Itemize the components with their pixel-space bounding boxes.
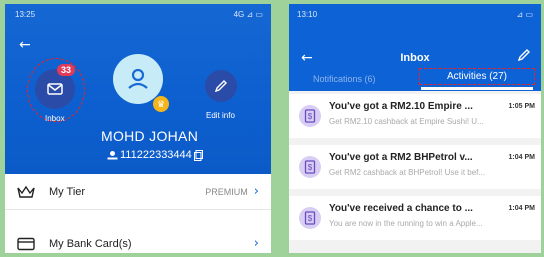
crown-outline-icon <box>17 185 39 199</box>
voucher-icon: $ <box>299 105 321 127</box>
message-title: You've got a RM2 BHPetrol v... <box>329 152 473 163</box>
svg-text:$: $ <box>308 163 313 172</box>
card-icon <box>17 237 39 251</box>
phone-number-row: 111222333444 <box>107 149 203 161</box>
profile-header: 13:25 4G ⊿ ▭ ← 33 Inbox ♛ Edit info MOHD… <box>5 4 271 174</box>
chevron-right-icon: › <box>253 184 259 199</box>
bank-cards-row[interactable]: My Bank Card(s) › <box>5 226 271 253</box>
status-time: 13:25 <box>15 9 36 19</box>
edit-icon[interactable] <box>517 48 531 67</box>
message-title: You've received a chance to ... <box>329 203 473 214</box>
message-preview: Get RM2.10 cashback at Empire Sushi! U..… <box>329 117 484 126</box>
inbox-badge: 33 <box>57 64 76 76</box>
list-item[interactable]: $ You've received a chance to ... 1:04 P… <box>289 196 541 240</box>
edit-info-button[interactable] <box>205 70 237 102</box>
active-tab-indicator <box>421 87 533 90</box>
svg-text:$: $ <box>308 112 313 121</box>
profile-screen: 13:25 4G ⊿ ▭ ← 33 Inbox ♛ Edit info MOHD… <box>5 4 271 253</box>
status-icons: 4G ⊿ ▭ <box>233 9 263 19</box>
tab-notifications[interactable]: Notifications (6) <box>313 74 376 84</box>
message-preview: Get RM2 cashback at BHPetrol! Use it bef… <box>329 168 486 177</box>
list-item[interactable]: $ You've got a RM2.10 Empire ... 1:05 PM… <box>289 94 541 138</box>
message-time: 1:05 PM <box>508 103 535 110</box>
my-tier-value: PREMIUM <box>205 186 248 197</box>
id-icon <box>107 151 118 160</box>
message-time: 1:04 PM <box>508 205 535 212</box>
phone-number: 111222333444 <box>120 149 192 161</box>
message-title: You've got a RM2.10 Empire ... <box>329 101 473 112</box>
pencil-icon <box>214 80 227 93</box>
bank-cards-label: My Bank Card(s) <box>49 237 132 250</box>
tab-activities[interactable]: Activities (27) <box>419 68 535 85</box>
copy-icon[interactable] <box>193 149 203 161</box>
screenshot-frame: 13:25 4G ⊿ ▭ ← 33 Inbox ♛ Edit info MOHD… <box>0 0 544 257</box>
edit-info-label[interactable]: Edit info <box>206 111 235 120</box>
svg-text:$: $ <box>308 214 313 223</box>
inbox-label[interactable]: Inbox <box>45 114 65 123</box>
my-tier-label: My Tier <box>49 185 86 198</box>
message-preview: You are now in the running to win a Appl… <box>329 219 483 228</box>
profile-name: MOHD JOHAN <box>101 128 199 144</box>
user-icon <box>128 68 148 89</box>
inbox-header: 13:10 ⊿ ▭ ← Inbox Notifications (6) Acti… <box>289 4 541 91</box>
status-bar: 13:10 ⊿ ▭ <box>297 10 533 19</box>
crown-icon: ♛ <box>153 96 169 112</box>
list-item[interactable]: $ You've got a RM2 BHPetrol v... 1:04 PM… <box>289 145 541 189</box>
back-arrow-icon[interactable]: ← <box>19 37 31 53</box>
voucher-icon: $ <box>299 156 321 178</box>
status-time: 13:10 <box>297 10 318 19</box>
envelope-icon <box>47 83 63 95</box>
chevron-right-icon: › <box>253 236 259 251</box>
page-title: Inbox <box>400 52 430 64</box>
message-time: 1:04 PM <box>508 154 535 161</box>
voucher-icon: $ <box>299 207 321 229</box>
inbox-screen: 13:10 ⊿ ▭ ← Inbox Notifications (6) Acti… <box>289 4 541 253</box>
my-tier-row[interactable]: My Tier PREMIUM › <box>5 174 271 210</box>
status-bar: 13:25 4G ⊿ ▭ <box>15 8 263 20</box>
status-icons: ⊿ ▭ <box>516 10 533 19</box>
